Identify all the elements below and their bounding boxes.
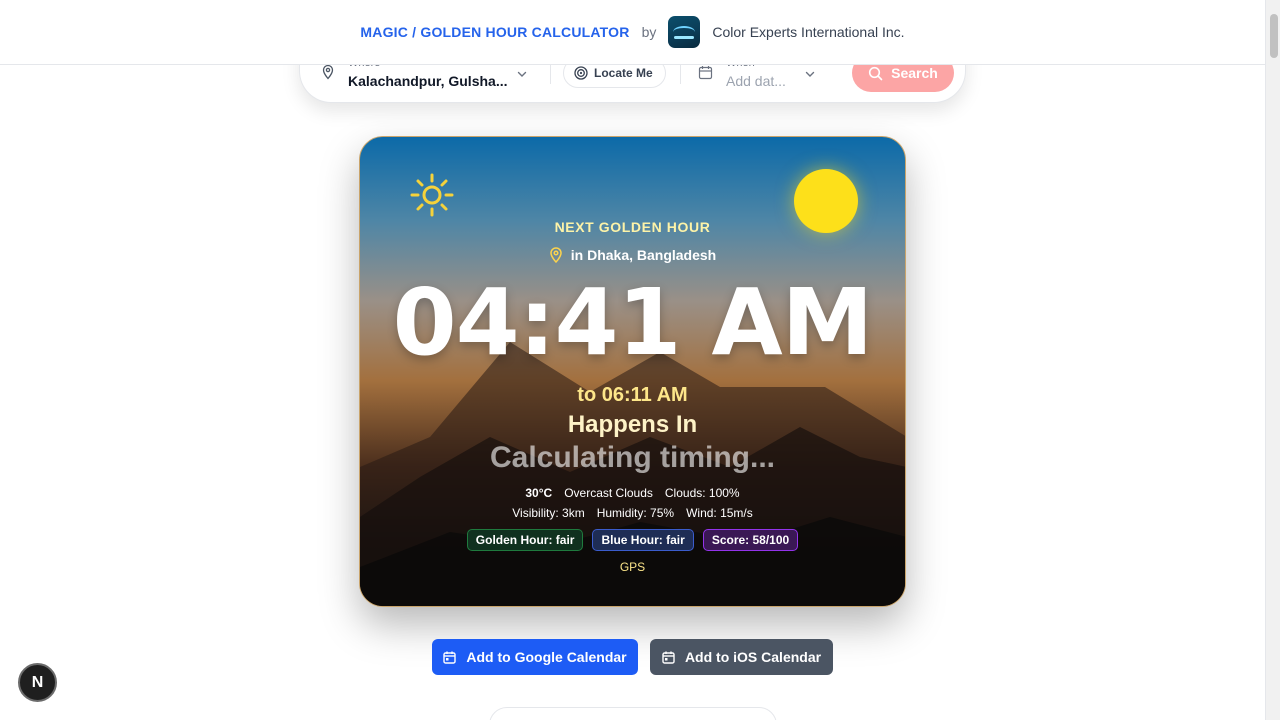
divider (550, 62, 551, 84)
golden-hour-badge: Golden Hour: fair (466, 529, 584, 551)
golden-hour-card: NEXT GOLDEN HOUR in Dhaka, Bangladesh 04… (359, 136, 906, 607)
n-badge-letter: N (31, 673, 44, 691)
date-input[interactable]: Add dat... (726, 73, 786, 89)
happens-in-label: Happens In (567, 411, 698, 438)
locate-me-label: Locate Me (594, 66, 653, 80)
location-source: GPS (619, 560, 646, 574)
location-line: in Dhaka, Bangladesh (360, 247, 905, 263)
chevron-down-icon[interactable] (516, 68, 528, 80)
calendar-icon (443, 651, 457, 664)
visibility: Visibility: 3km (512, 506, 585, 520)
search-icon (869, 66, 883, 80)
top-header: MAGIC / GOLDEN HOUR CALCULATOR by Color … (0, 0, 1265, 65)
next-section-card (489, 707, 777, 720)
map-pin-icon (322, 64, 334, 80)
calendar-icon (662, 651, 675, 664)
chevron-down-icon[interactable] (804, 68, 816, 80)
next-golden-hour-label: NEXT GOLDEN HOUR (554, 219, 711, 235)
golden-hour-start-time: 04:41 AM (392, 269, 874, 376)
temperature: 30°C (525, 486, 553, 500)
app-title[interactable]: MAGIC / GOLDEN HOUR CALCULATOR (360, 24, 629, 40)
add-to-ios-calendar-button[interactable]: Add to iOS Calendar (650, 639, 833, 675)
divider (680, 62, 681, 84)
location-pin-icon (549, 247, 562, 263)
weather-row-1: 30°C Overcast Clouds Clouds: 100% (360, 486, 905, 500)
blue-hour-badge: Blue Hour: fair (592, 529, 694, 551)
golden-hour-end-time: to 06:11 AM (577, 384, 688, 406)
scrollbar-thumb[interactable] (1270, 14, 1278, 58)
wind: Wind: 15m/s (686, 506, 753, 520)
company-logo[interactable] (668, 16, 701, 48)
cloud-cover: Clouds: 100% (664, 486, 740, 500)
score-badge: Score: 58/100 (702, 529, 799, 551)
ios-calendar-label: Add to iOS Calendar (684, 649, 822, 665)
location-text: in Dhaka, Bangladesh (570, 247, 717, 263)
page-scrollbar[interactable] (1265, 0, 1280, 720)
google-calendar-label: Add to Google Calendar (466, 649, 627, 665)
floating-n-badge[interactable]: N (18, 663, 57, 702)
quality-badges: Golden Hour: fair Blue Hour: fair Score:… (360, 529, 905, 551)
where-value[interactable]: Kalachandpur, Gulsha... (348, 73, 507, 89)
calendar-icon (698, 66, 713, 80)
search-button-label: Search (891, 65, 938, 81)
by-label: by (641, 24, 657, 40)
countdown-text: Calculating timing... (489, 441, 775, 474)
weather-row-2: Visibility: 3km Humidity: 75% Wind: 15m/… (360, 506, 905, 520)
humidity: Humidity: 75% (596, 506, 675, 520)
add-to-google-calendar-button[interactable]: Add to Google Calendar (432, 639, 638, 675)
company-name[interactable]: Color Experts International Inc. (712, 24, 904, 40)
weather-condition: Overcast Clouds (564, 486, 653, 500)
target-icon (574, 66, 588, 80)
